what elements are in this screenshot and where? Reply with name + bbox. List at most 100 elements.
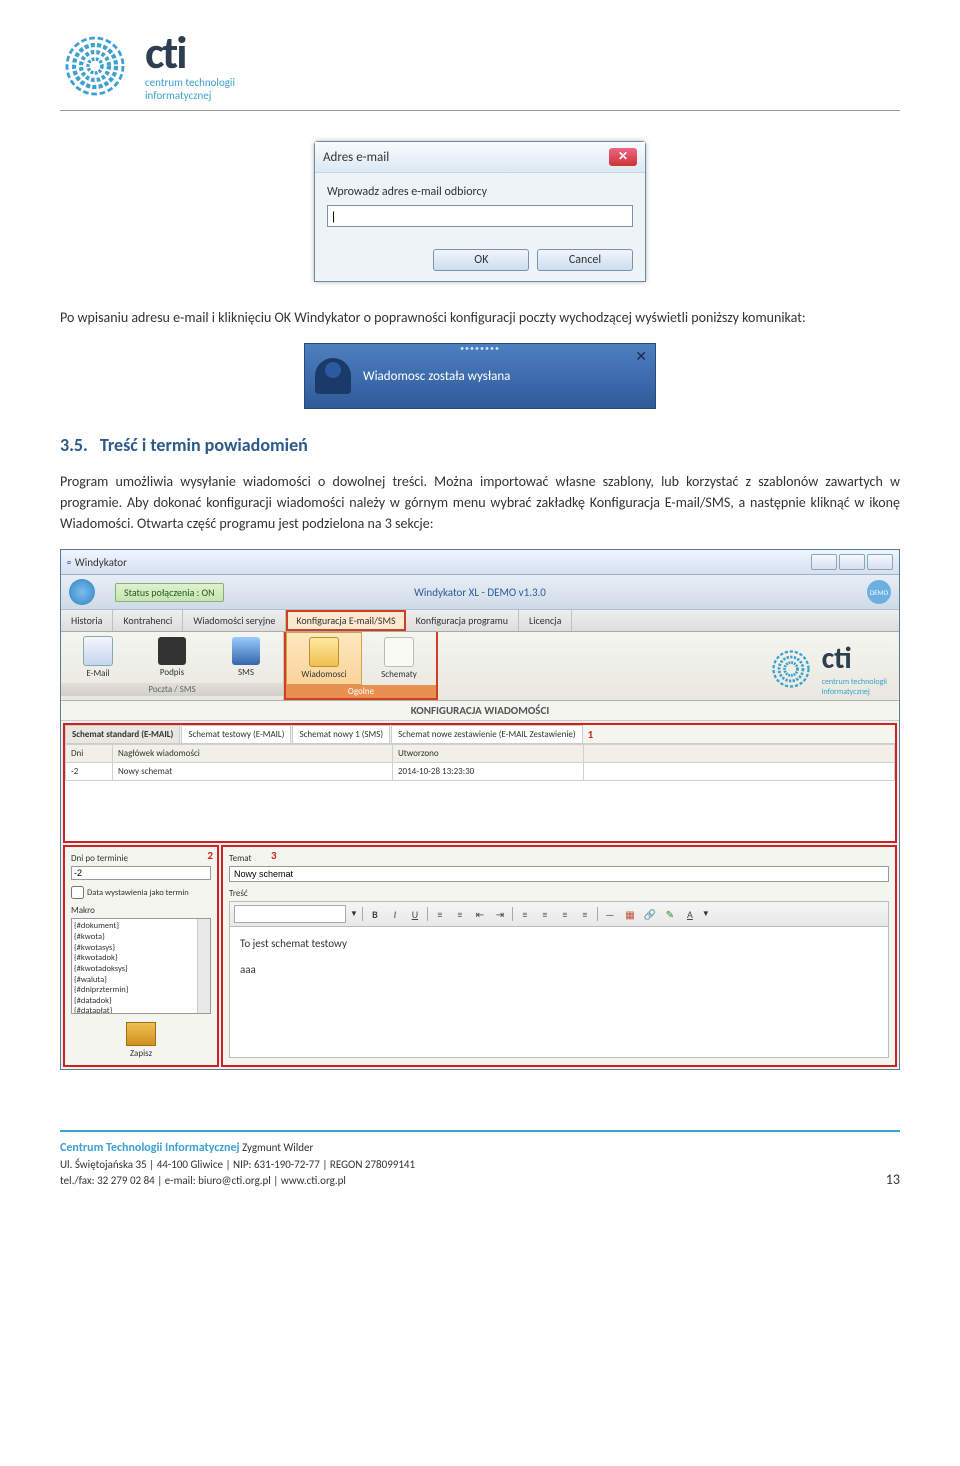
footer-company: Centrum Technologii Informatycznej — [60, 1141, 240, 1155]
font-color-icon[interactable]: A — [682, 906, 698, 922]
sms-icon — [232, 637, 260, 665]
makro-item[interactable]: {#kwotadok} — [74, 953, 208, 964]
toast-notification: •••••••• ✕ Wiadomosc została wysłana — [304, 343, 656, 409]
section-3-5-heading: 3.5. Treść i termin powiadomień — [60, 434, 900, 456]
dni-select[interactable] — [71, 866, 211, 880]
email-input[interactable] — [327, 205, 633, 227]
schema-tab-zestawienie[interactable]: Schemat nowe zestawienie (E-MAIL Zestawi… — [391, 725, 582, 743]
tab-licencja[interactable]: Licencja — [519, 610, 572, 631]
footer-owner: Zygmunt Wilder — [242, 1141, 313, 1154]
list-numbered-icon[interactable]: ≡ — [432, 906, 448, 922]
col-empty — [584, 745, 895, 763]
ribbon: E-Mail Podpis SMS Poczta / SMS — [61, 632, 899, 701]
editor-body[interactable]: To jest schemat testowy aaa — [229, 927, 889, 1058]
app-title: Windykator — [75, 556, 127, 569]
data-wystawienia-check[interactable]: Data wystawienia jako termin — [71, 886, 211, 899]
ribbon-logo-sub2: informatycznej — [822, 687, 887, 697]
ribbon-logo-sub1: centrum technologii — [822, 677, 887, 687]
envelope-icon — [83, 636, 113, 666]
tab-historia[interactable]: Historia — [61, 610, 113, 631]
dialog-title: Adres e-mail — [323, 150, 389, 165]
product-name: Windykator XL - DEMO v1.3.0 — [414, 586, 546, 599]
cell-utworzono: 2014-10-28 13:23:30 — [393, 763, 584, 781]
makro-item[interactable]: {#datapłat} — [74, 1006, 208, 1014]
email-dialog: Adres e-mail ✕ Wprowadz adres e-mail odb… — [314, 141, 646, 282]
pawn-icon — [315, 358, 351, 394]
makro-item[interactable]: {#kwotasys} — [74, 943, 208, 954]
scrollbar-icon[interactable] — [197, 919, 210, 1013]
table-row[interactable]: -2 Nowy schemat 2014-10-28 13:23:30 — [66, 763, 895, 781]
chevron-down-icon[interactable]: ▼ — [702, 909, 710, 919]
makro-item[interactable]: {#kwota} — [74, 932, 208, 943]
ribbon-wiadomosci-label: Wiadomosci — [301, 669, 346, 680]
ribbon-email[interactable]: E-Mail — [61, 632, 135, 683]
align-right-icon[interactable]: ≡ — [557, 906, 573, 922]
ribbon-schematy[interactable]: Schematy — [362, 632, 436, 685]
close-icon[interactable]: ✕ — [609, 148, 637, 166]
makro-item[interactable]: {#datadok} — [74, 996, 208, 1007]
signature-icon — [158, 637, 186, 665]
tab-wiadomosci-seryjne[interactable]: Wiadomości seryjne — [183, 610, 286, 631]
ribbon-logo: cti centrum technologii informatycznej — [768, 640, 887, 697]
align-justify-icon[interactable]: ≡ — [577, 906, 593, 922]
checkbox-input[interactable] — [71, 886, 84, 899]
indent-icon[interactable]: ⇥ — [492, 906, 508, 922]
schema-tab-standard[interactable]: Schemat standard (E-MAIL) — [65, 725, 180, 743]
ribbon-sms-label: SMS — [238, 667, 254, 678]
tab-konfiguracja-programu[interactable]: Konfiguracja programu — [406, 610, 519, 631]
outdent-icon[interactable]: ⇤ — [472, 906, 488, 922]
cell-naglowek: Nowy schemat — [113, 763, 393, 781]
save-icon[interactable] — [126, 1022, 156, 1046]
align-left-icon[interactable]: ≡ — [517, 906, 533, 922]
image-icon[interactable]: ▦ — [622, 906, 638, 922]
edit-icon[interactable]: ✎ — [662, 906, 678, 922]
hr-icon[interactable]: — — [602, 906, 618, 922]
table-empty-area — [65, 781, 895, 841]
marker-1: 1 — [588, 728, 594, 741]
col-dni: Dni — [66, 745, 113, 763]
toast-handle-icon: •••••••• — [460, 344, 500, 354]
app-title-icon: ▫ — [67, 556, 71, 569]
paragraph-1: Po wpisaniu adresu e-mail i kliknięciu O… — [60, 307, 900, 328]
ribbon-wiadomosci[interactable]: Wiadomosci — [286, 632, 362, 685]
maximize-button[interactable] — [839, 554, 865, 570]
makro-listbox[interactable]: {#dokument} {#kwota} {#kwotasys} {#kwota… — [71, 918, 211, 1014]
chevron-down-icon[interactable]: ▼ — [350, 909, 358, 919]
dni-label: Dni po terminie — [71, 853, 211, 864]
minimize-button[interactable] — [811, 554, 837, 570]
makro-item[interactable]: {#dniprztermin} — [74, 985, 208, 996]
editor-toolbar: ▼ B I U ≡ ≡ ⇤ ⇥ ≡ ≡ ≡ ≡ — — [229, 901, 889, 927]
ok-button[interactable]: OK — [433, 249, 529, 271]
tab-kontrahenci[interactable]: Kontrahenci — [113, 610, 183, 631]
editor-line: aaa — [240, 963, 878, 976]
tab-konfiguracja-email-sms[interactable]: Konfiguracja E-mail/SMS — [286, 610, 405, 631]
makro-item[interactable]: {#dokument} — [74, 921, 208, 932]
cell-dni: -2 — [66, 763, 113, 781]
makro-item[interactable]: {#waluta} — [74, 975, 208, 986]
italic-button[interactable]: I — [387, 906, 403, 922]
align-center-icon[interactable]: ≡ — [537, 906, 553, 922]
link-icon[interactable]: 🔗 — [642, 906, 658, 922]
notebook-icon — [309, 637, 339, 667]
app-window: ▫ Windykator Status połączenia : ON Wind… — [60, 549, 900, 1070]
ribbon-logo-text: cti — [822, 640, 887, 677]
marker-2: 2 — [207, 849, 213, 862]
list-bullet-icon[interactable]: ≡ — [452, 906, 468, 922]
bold-button[interactable]: B — [367, 906, 383, 922]
toast-close-icon[interactable]: ✕ — [635, 348, 647, 365]
page-number: 13 — [886, 1171, 900, 1188]
temat-input[interactable] — [229, 866, 889, 882]
connection-status: Status połączenia : ON — [115, 583, 224, 602]
ribbon-sms[interactable]: SMS — [209, 632, 283, 683]
schema-tab-nowy-sms[interactable]: Schemat nowy 1 (SMS) — [292, 725, 390, 743]
footer-address: Ul. Świętojańska 35 | 44-100 Gliwice | N… — [60, 1157, 415, 1172]
schema-tab-testowy[interactable]: Schemat testowy (E-MAIL) — [181, 725, 291, 743]
makro-item[interactable]: {#kwotadoksys} — [74, 964, 208, 975]
schematy-icon — [384, 637, 414, 667]
ribbon-podpis[interactable]: Podpis — [135, 632, 209, 683]
font-dropdown[interactable] — [234, 905, 346, 923]
demo-badge: DEMO — [867, 580, 891, 604]
window-close-button[interactable] — [867, 554, 893, 570]
cancel-button[interactable]: Cancel — [537, 249, 633, 271]
underline-button[interactable]: U — [407, 906, 423, 922]
